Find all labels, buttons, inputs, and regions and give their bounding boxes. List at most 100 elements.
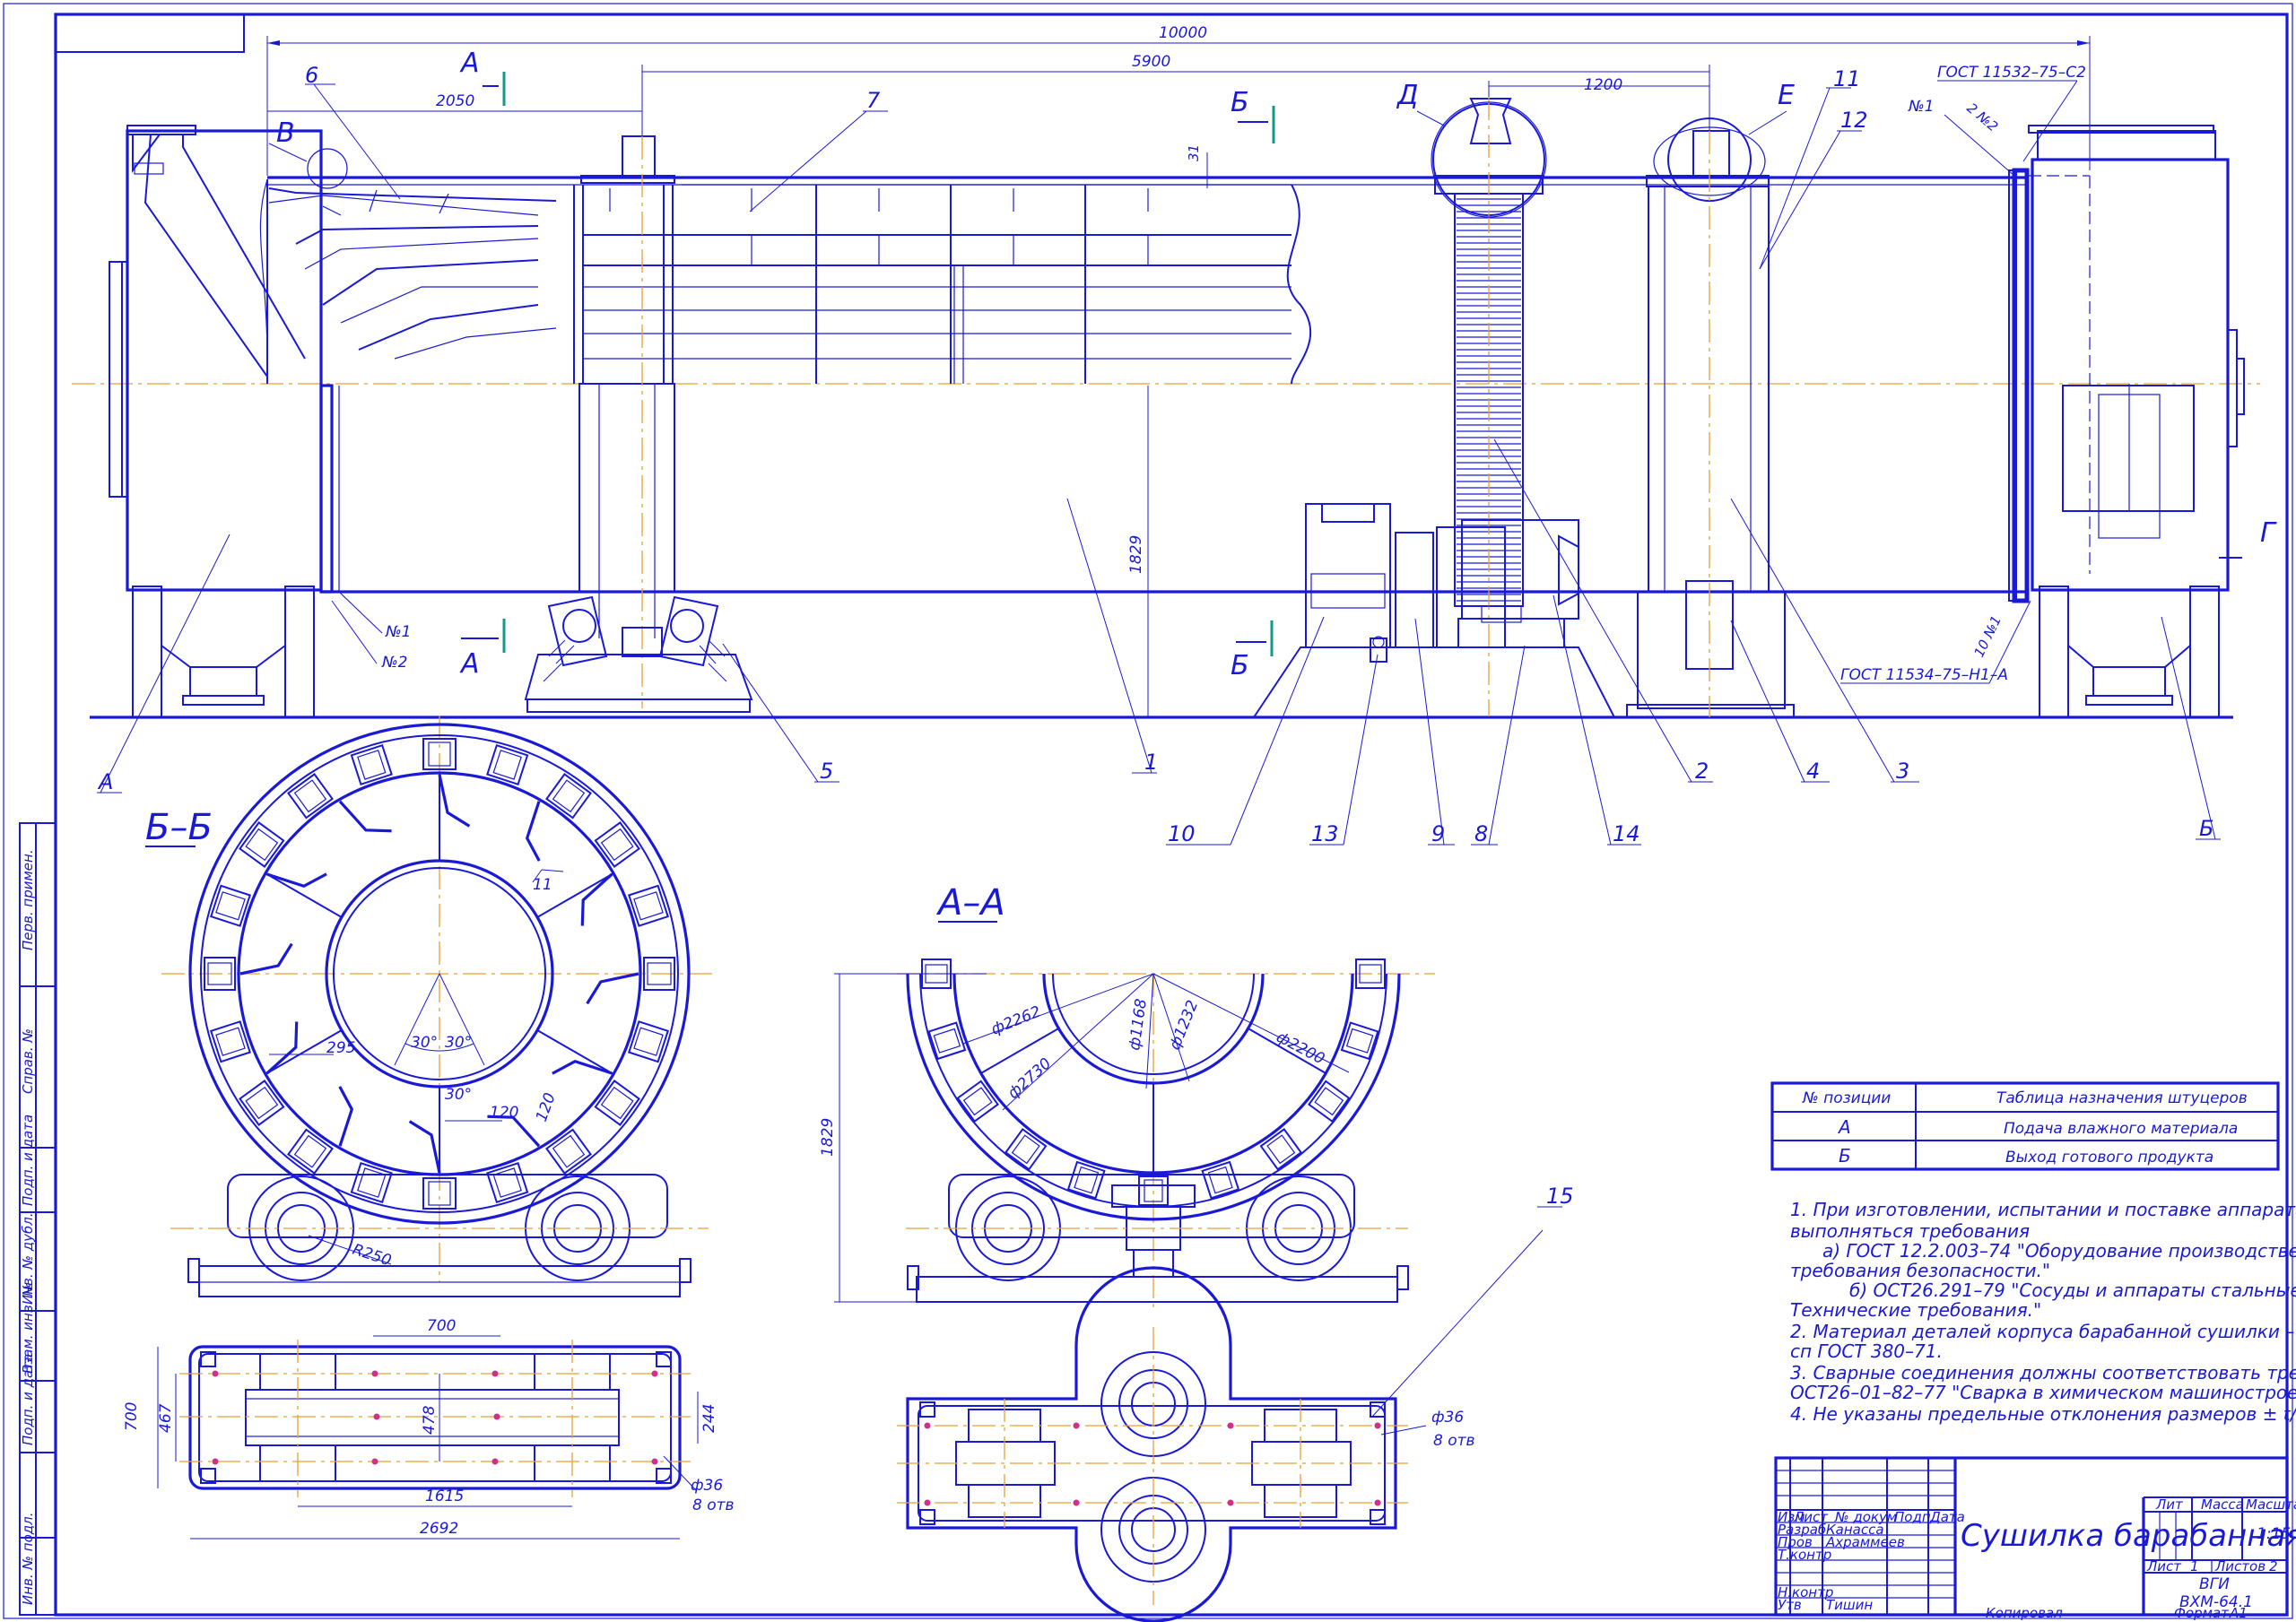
ring-block-inner xyxy=(1345,1028,1374,1054)
tb-col: Подп xyxy=(1894,1509,1931,1525)
ring-block-outer xyxy=(210,884,251,927)
section-bb: Б–Б 30° 30° 30° 295 120 120 R250 11 xyxy=(145,716,718,1297)
dim-1200: 1200 xyxy=(1584,76,1622,94)
holes-dia-2: ф36 xyxy=(1431,1409,1464,1427)
dim-120: 120 xyxy=(490,1104,518,1122)
anchor-hole xyxy=(371,1458,378,1465)
tb-lit: Лит xyxy=(2155,1496,2184,1513)
nozzle-table: № позиции Таблица назначения штуцеров А … xyxy=(1770,1081,2280,1171)
ring-block xyxy=(210,1020,251,1063)
ring-block-outer xyxy=(287,773,334,820)
nozzle-n2b: 2 №2 xyxy=(1963,100,2001,134)
ring-block-outer xyxy=(1004,1128,1048,1171)
callout-3: 3 xyxy=(1896,759,1909,784)
ring-block-inner xyxy=(215,1027,246,1056)
ring-block xyxy=(628,1020,669,1063)
tb-sheet: Лист xyxy=(2146,1558,2182,1574)
table-cell: А xyxy=(1837,1116,1851,1138)
tire-2 xyxy=(1626,117,1795,718)
stamp-label: Подп. и дата xyxy=(20,1354,36,1445)
ring-block xyxy=(486,1162,529,1203)
holes-dia: ф36 xyxy=(691,1477,723,1495)
tb-sheet-val: 1 xyxy=(2190,1558,2199,1574)
radial-rib xyxy=(536,1029,614,1075)
tb-role: Т.контр xyxy=(1778,1547,1831,1563)
angle-30: 30° xyxy=(445,1086,472,1104)
ring-block xyxy=(628,884,669,927)
ring-block xyxy=(545,1128,592,1175)
view-label: Е xyxy=(1778,80,1795,111)
callout-13: 13 xyxy=(1311,821,1339,846)
ring-block-outer xyxy=(486,1162,529,1203)
dim-1615: 1615 xyxy=(425,1488,464,1505)
ring-block xyxy=(239,1080,285,1126)
table-header: № позиции xyxy=(1802,1089,1891,1107)
callout-5: 5 xyxy=(820,759,833,784)
tb-sheets-val: 2 xyxy=(2269,1558,2278,1574)
callout-8: 8 xyxy=(1474,821,1488,846)
dim-467: 467 xyxy=(157,1403,175,1433)
lifter-blade xyxy=(338,800,392,833)
angle-30: 30° xyxy=(445,1034,472,1052)
ring-block-outer xyxy=(594,1080,640,1126)
ring-block-inner xyxy=(1074,1166,1100,1194)
note-line: выполняться требования xyxy=(1790,1220,2030,1242)
gost-bottom: ГОСТ 11534–75–Н1–А xyxy=(1840,666,2008,684)
holes-count-2: 8 отв xyxy=(1433,1432,1475,1450)
ring-block-inner xyxy=(357,750,387,780)
anchor-hole xyxy=(1073,1422,1080,1429)
cut-label: Б xyxy=(1231,650,1249,681)
ring-block-outer xyxy=(486,744,529,785)
cut-label: Б xyxy=(1231,87,1249,118)
lifter-blade xyxy=(408,1120,441,1174)
tb-role: Утв xyxy=(1778,1597,1802,1613)
anchor-hole xyxy=(371,1370,378,1377)
ring-block-outer xyxy=(350,744,393,785)
ring-block xyxy=(594,1080,640,1126)
anchor-hole xyxy=(1374,1422,1381,1429)
anchor-hole xyxy=(212,1370,219,1377)
dim-d2730: ф2730 xyxy=(1004,1054,1055,1103)
dim-120b: 120 xyxy=(533,1090,560,1123)
side-stamp: Перв. примен. Справ. № Подп. и дата Инв.… xyxy=(19,822,57,1616)
lifter-blade xyxy=(525,801,541,862)
gear-rim xyxy=(1432,97,1545,717)
ring-block xyxy=(545,773,592,820)
nozzle-n10: 10 №1 xyxy=(1970,613,2005,660)
ring-block-outer xyxy=(956,1080,999,1123)
title-block: Изм Лист № докум Подп Дата Разраб Канасс… xyxy=(1774,1456,2296,1621)
tb-sheets: Листов xyxy=(2214,1558,2266,1574)
note-line: Технические требования." xyxy=(1790,1299,2041,1321)
anchor-hole xyxy=(651,1370,658,1377)
ring-block xyxy=(210,884,251,927)
callout-9: 9 xyxy=(1431,821,1445,846)
callout-4: 4 xyxy=(1806,759,1820,784)
ring-block-outer xyxy=(628,884,669,927)
ring-block xyxy=(594,821,640,868)
anchor-hole xyxy=(1374,1499,1381,1506)
dim-d1168: ф1168 xyxy=(1126,997,1151,1051)
drive-unit xyxy=(1252,503,1616,718)
angle-30: 30° xyxy=(411,1034,438,1052)
dim-244: 244 xyxy=(700,1404,718,1433)
support-station xyxy=(524,595,753,713)
ring-block xyxy=(350,744,393,785)
table-cell: Подача влажного материала xyxy=(2004,1120,2238,1138)
anchor-hole xyxy=(493,1413,500,1420)
main-dimensions: 10000 5900 2050 1200 31 1829 xyxy=(266,24,2091,717)
main-callouts: 6 7 11 12 1 2 3 4 5 10 13 9 8 14 А Б №1 … xyxy=(97,63,2221,846)
gost-top: ГОСТ 11532–75–С2 xyxy=(1937,64,2086,82)
view-label: В xyxy=(276,117,295,149)
stamp-label: Подп. и дата xyxy=(20,1115,36,1206)
callout-14: 14 xyxy=(1613,821,1640,846)
lifter-section xyxy=(259,148,557,385)
ring-block xyxy=(287,773,334,820)
callout-7: 7 xyxy=(866,88,881,113)
dim-10000: 10000 xyxy=(1159,24,1207,42)
ring-block-inner xyxy=(215,891,246,921)
radial-rib xyxy=(265,872,343,918)
callout-11-bb: 11 xyxy=(533,876,552,894)
callout-1: 1 xyxy=(1144,750,1158,775)
lifter-blade xyxy=(438,774,471,828)
dim-700: 700 xyxy=(427,1317,456,1335)
